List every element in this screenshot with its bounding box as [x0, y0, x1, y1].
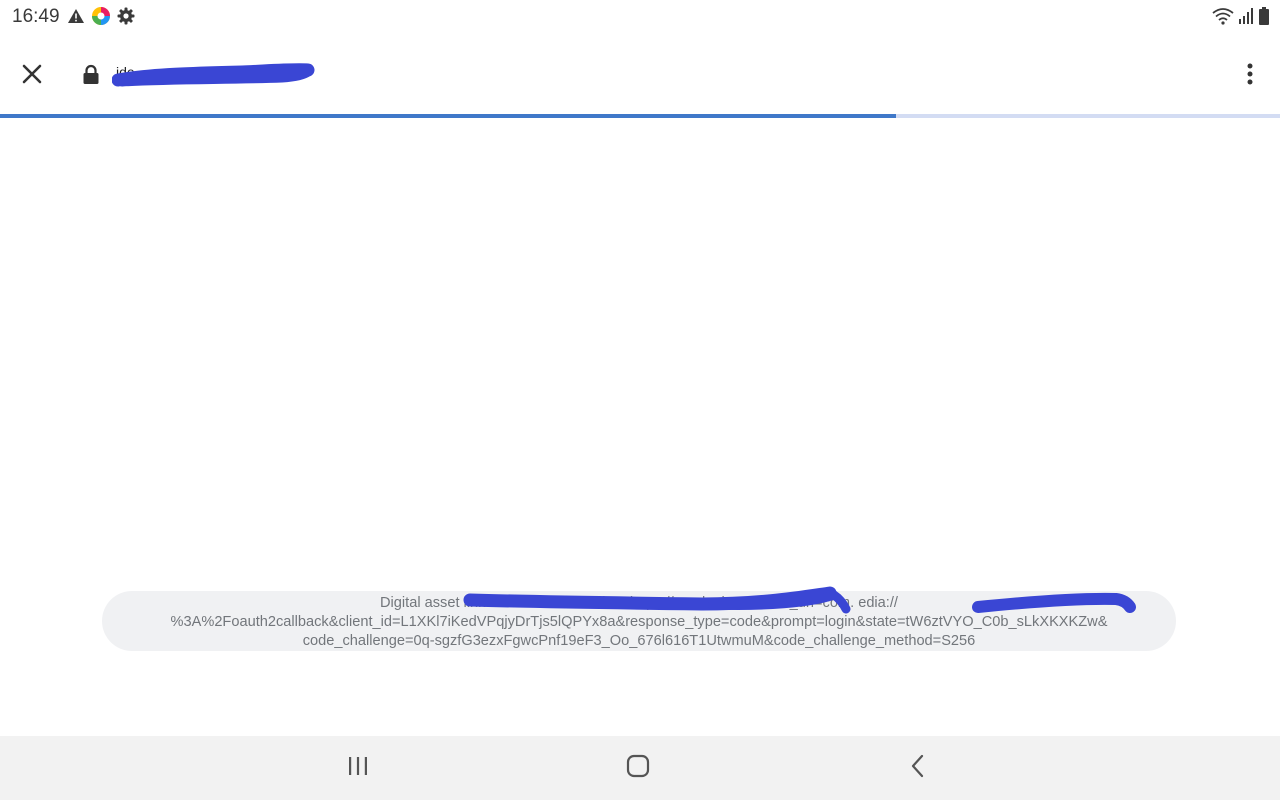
close-icon [21, 63, 43, 90]
more-vert-icon [1247, 63, 1253, 90]
status-left-icons [67, 6, 135, 31]
warning-icon [67, 8, 85, 29]
toast-line-1: Digital asset links verification failed … [380, 595, 898, 611]
colorful-app-icon [91, 6, 111, 31]
home-button[interactable] [618, 752, 658, 784]
more-options-button[interactable] [1234, 58, 1266, 94]
status-bar: 16:49 [0, 0, 1280, 34]
url-redaction-scribble [112, 63, 315, 87]
back-button[interactable] [898, 752, 938, 784]
settings-gear-icon [117, 7, 135, 30]
status-right-icons [1212, 6, 1270, 31]
status-time: 16:49 [12, 6, 60, 27]
cellular-signal-icon [1238, 7, 1254, 30]
error-toast: Digital asset links verification failed … [102, 591, 1176, 651]
wifi-icon [1212, 7, 1234, 30]
toast-line-3: code_challenge=0q-sgzfG3ezxFgwcPnf19eF3_… [302, 633, 976, 649]
back-icon [910, 754, 926, 783]
lock-icon [82, 64, 100, 91]
system-navigation-bar [0, 736, 1280, 800]
custom-tab-toolbar: ide [0, 34, 1280, 114]
toast-line-2: %3A%2Foauth2callback&client_id=L1XKl7iKe… [170, 614, 1108, 630]
close-tab-button[interactable] [14, 58, 50, 94]
recents-button[interactable] [338, 752, 378, 784]
recents-icon [347, 756, 369, 781]
home-icon [626, 754, 650, 783]
battery-icon [1258, 6, 1270, 31]
